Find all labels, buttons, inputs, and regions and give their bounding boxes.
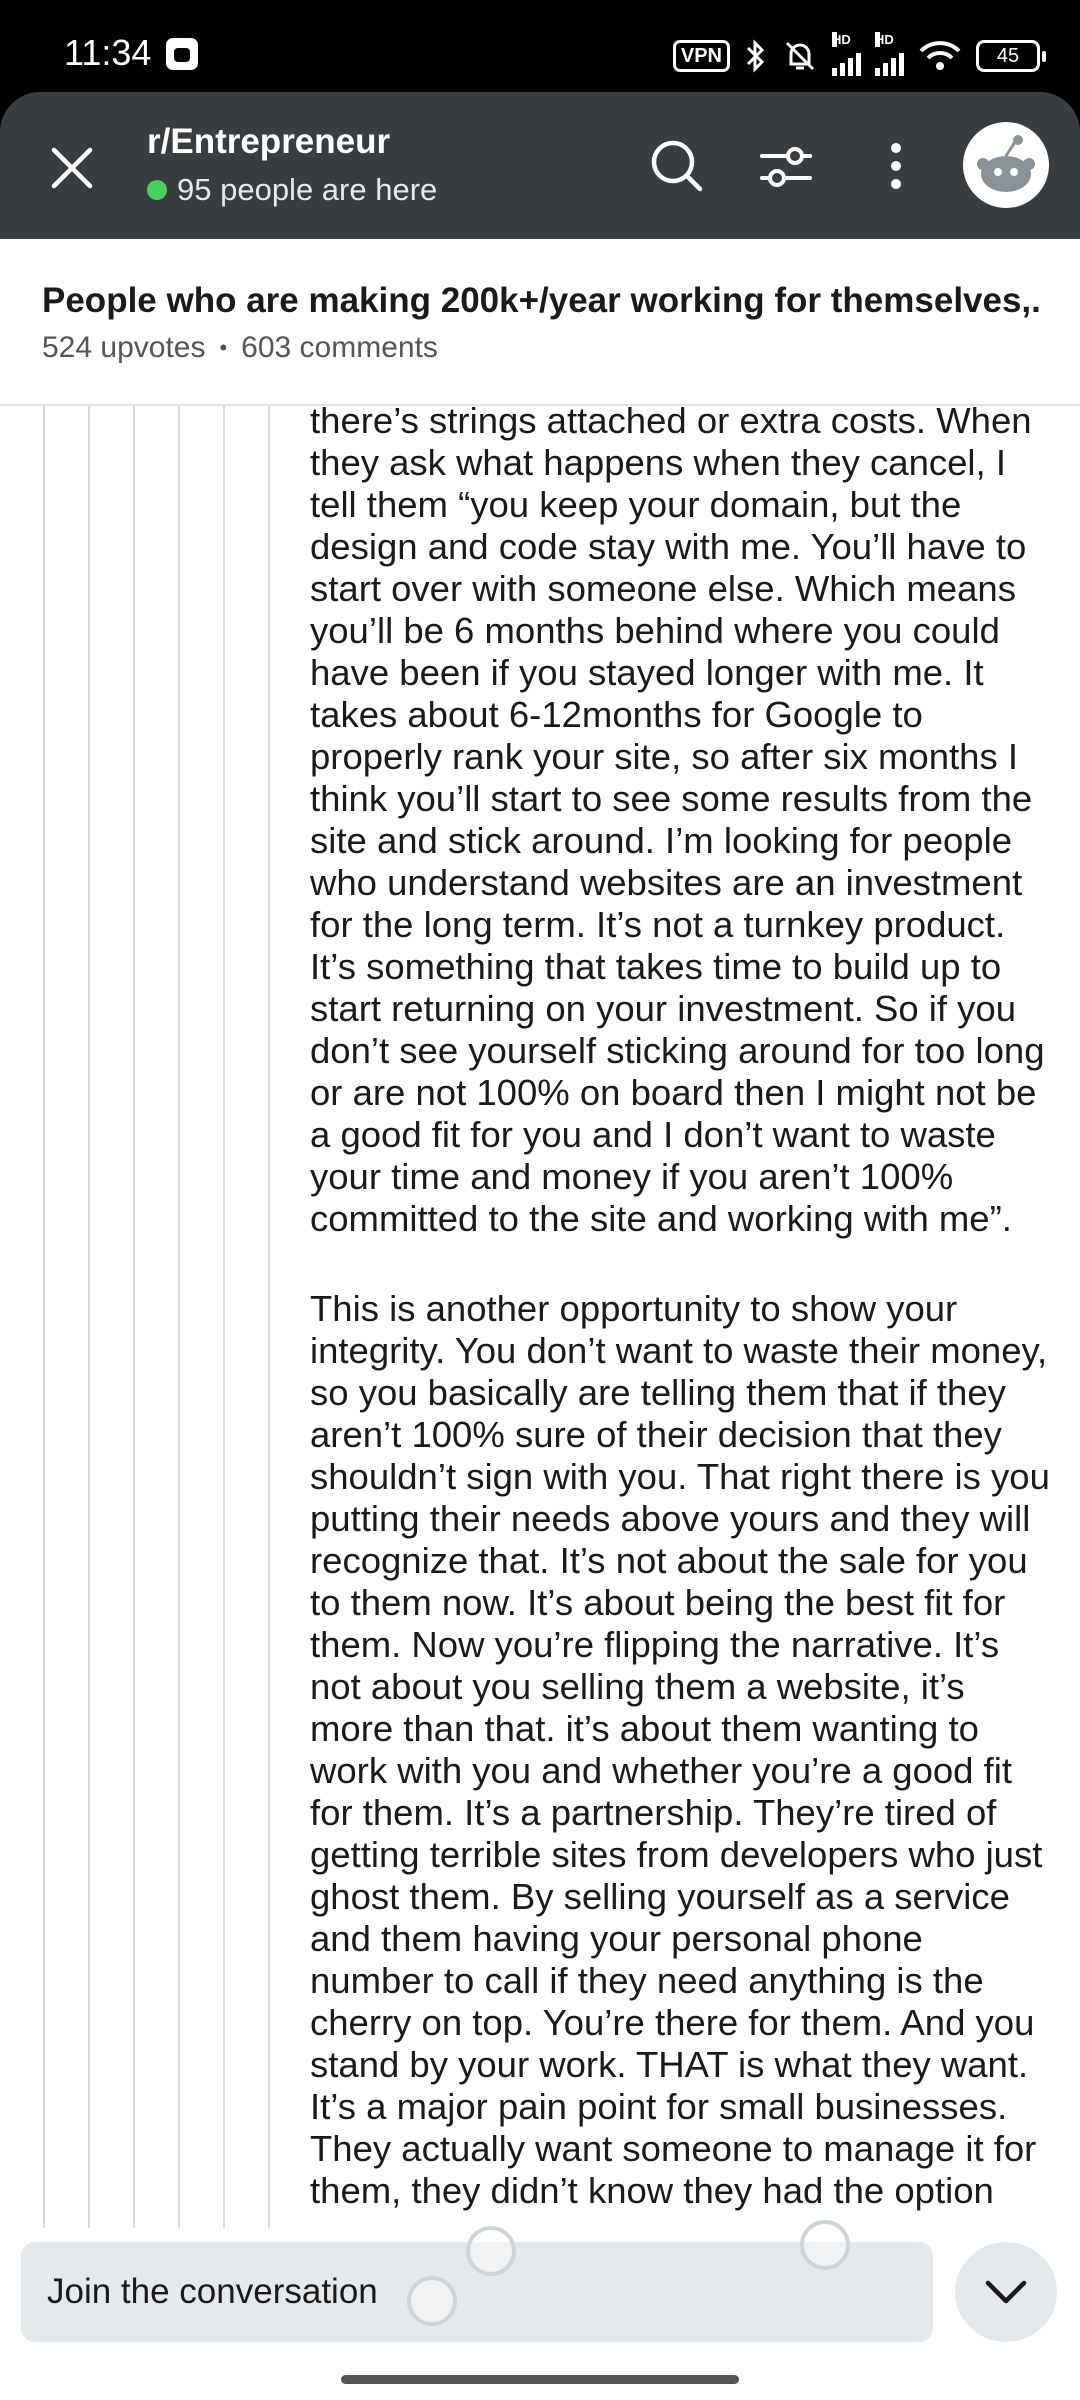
join-placeholder: Join the conversation	[47, 2272, 378, 2311]
more-vertical-icon[interactable]	[864, 134, 928, 198]
online-dot-icon	[147, 180, 167, 200]
wifi-icon	[919, 41, 961, 70]
touch-indicator	[466, 2226, 516, 2276]
thread-line[interactable]	[133, 406, 135, 2228]
bottom-bar: Join the conversation	[0, 2228, 1080, 2400]
post-title[interactable]: People who are making 200k+/year working…	[42, 281, 1042, 321]
close-icon[interactable]	[42, 138, 102, 198]
meta-separator: •	[219, 335, 228, 360]
status-bar: 11:34 VPN HD HD 45	[0, 0, 1080, 92]
comment-count: 603 comments	[241, 331, 438, 364]
bluetooth-icon	[746, 39, 765, 73]
post-header[interactable]: People who are making 200k+/year working…	[0, 239, 1080, 406]
thread-line[interactable]	[43, 406, 45, 2228]
online-text: 95 people are here	[177, 172, 438, 207]
comment-body: there’s strings attached or extra costs.…	[310, 400, 1050, 2230]
filter-icon[interactable]	[754, 134, 818, 198]
post-meta: 524 upvotes • 603 comments	[42, 331, 438, 365]
upvote-count: 524 upvotes	[42, 331, 206, 364]
app-notification-icon	[166, 38, 198, 70]
expand-button[interactable]	[955, 2242, 1057, 2342]
touch-indicator	[800, 2220, 850, 2270]
online-count: 95 people are here	[147, 172, 437, 208]
home-indicator[interactable]	[341, 2375, 739, 2384]
signal-icon-2: HD	[875, 32, 904, 76]
avatar-icon[interactable]	[963, 122, 1049, 208]
vpn-badge: VPN	[672, 40, 730, 72]
comment-paragraph: This is another opportunity to show your…	[310, 1288, 1050, 2211]
subreddit-name[interactable]: r/Entrepreneur	[147, 122, 390, 162]
search-icon[interactable]	[645, 134, 709, 198]
status-indicators: VPN HD HD 45	[672, 32, 1046, 76]
thread-line[interactable]	[178, 406, 180, 2228]
subreddit-header: r/Entrepreneur 95 people are here	[0, 92, 1080, 239]
battery-indicator: 45	[976, 40, 1046, 72]
thread-line[interactable]	[223, 406, 225, 2228]
chevron-down-icon	[985, 2280, 1027, 2304]
thread-line[interactable]	[268, 406, 270, 2228]
thread-line[interactable]	[88, 406, 90, 2228]
status-time: 11:34	[64, 32, 152, 73]
touch-indicator	[407, 2276, 457, 2326]
signal-icon-1: HD	[832, 32, 861, 76]
bell-muted-icon	[785, 41, 815, 71]
comment-paragraph: there’s strings attached or extra costs.…	[310, 400, 1045, 1239]
